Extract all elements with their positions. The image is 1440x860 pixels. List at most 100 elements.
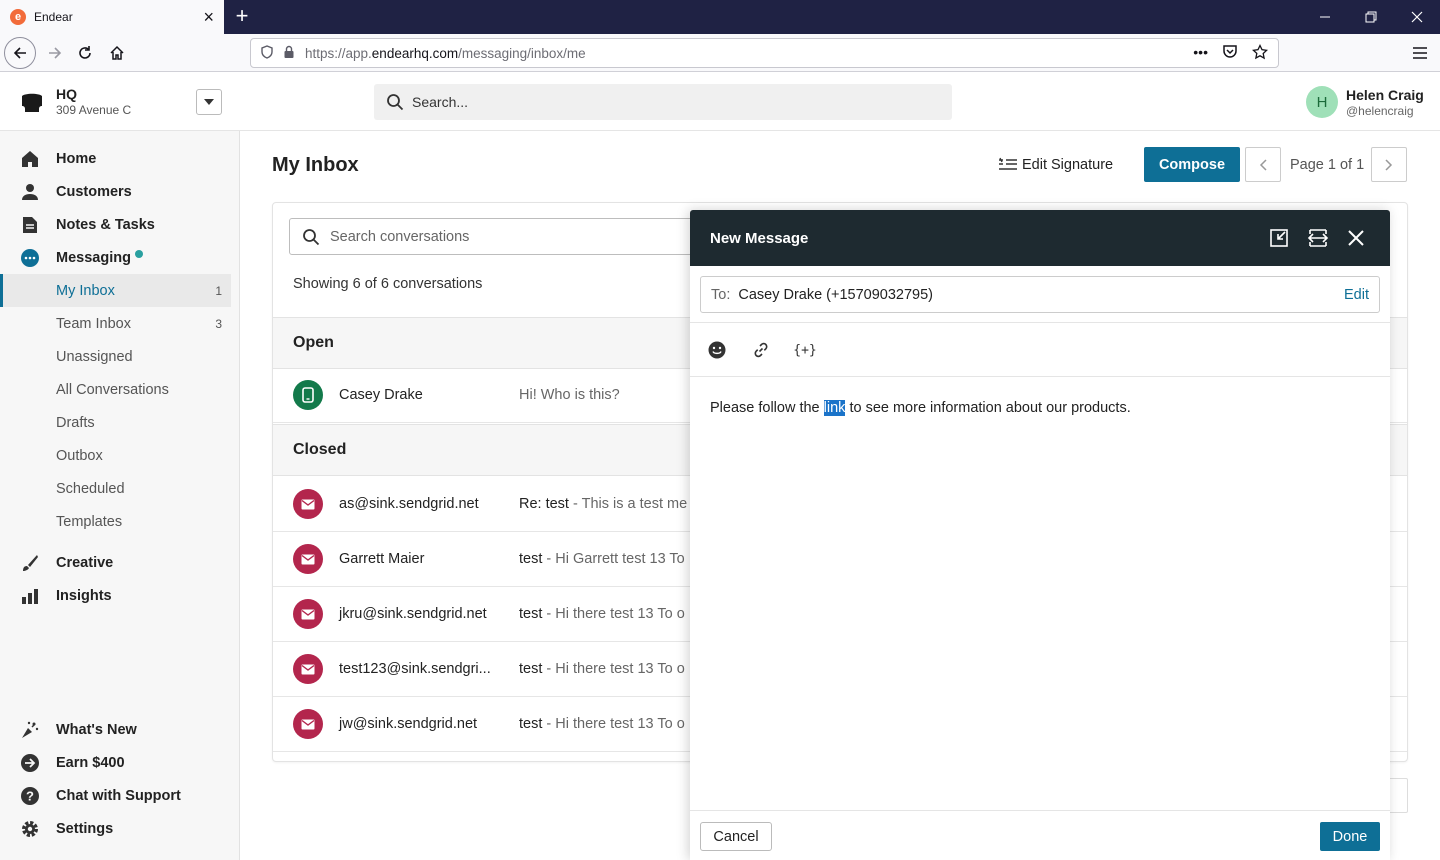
browser-navbar: https://app.endearhq.com/messaging/inbox… (0, 34, 1440, 72)
lock-icon[interactable] (283, 45, 295, 62)
sidebar-item-insights[interactable]: Insights (0, 579, 240, 612)
compose-button[interactable]: Compose (1144, 147, 1240, 182)
messaging-notification-dot (135, 250, 143, 258)
sidebar-item-earn[interactable]: Earn $400 (0, 746, 240, 779)
window-close-icon[interactable] (1394, 0, 1440, 34)
more-dots-icon[interactable]: ••• (1193, 44, 1208, 63)
sidebar-item-chat-support[interactable]: ? Chat with Support (0, 779, 240, 812)
global-search-placeholder: Search... (412, 94, 469, 110)
home-icon (20, 149, 40, 169)
page-indicator: Page 1 of 1 (1290, 157, 1365, 173)
email-icon (293, 709, 323, 739)
variable-insert-icon[interactable]: {+} (792, 340, 818, 360)
cancel-button[interactable]: Cancel (700, 822, 772, 851)
sidebar-item-label: Settings (56, 820, 114, 837)
edit-recipient-link[interactable]: Edit (1344, 287, 1369, 303)
sidebar-item-drafts[interactable]: Drafts (0, 406, 240, 439)
bar-chart-icon (20, 586, 40, 606)
email-icon (293, 544, 323, 574)
sidebar-item-customers[interactable]: Customers (0, 175, 240, 208)
user-name[interactable]: Helen Craig (1346, 87, 1424, 103)
sidebar-item-unassigned[interactable]: Unassigned (0, 340, 240, 373)
recipient-value: Casey Drake (+15709032795) (738, 286, 934, 303)
home-browser-icon[interactable] (102, 39, 132, 67)
conversation-preview: test - Hi there test 13 To o (519, 661, 685, 677)
tab-close-icon[interactable]: × (203, 8, 214, 26)
link-icon[interactable] (750, 340, 772, 360)
new-message-modal: New Message To: Casey Drake (+1570903279… (690, 210, 1390, 860)
prev-page-button[interactable] (1245, 147, 1281, 182)
new-tab-plus-icon[interactable]: + (230, 4, 254, 30)
sidebar-item-creative[interactable]: Creative (0, 546, 240, 579)
bookmark-star-icon[interactable] (1251, 43, 1269, 63)
conversation-name: as@sink.sendgrid.net (339, 496, 479, 512)
minimize-modal-icon[interactable] (1268, 227, 1290, 249)
browser-tab[interactable]: e Endear × (0, 0, 224, 34)
sidebar-item-whats-new[interactable]: What's New (0, 713, 240, 746)
reload-icon[interactable] (70, 39, 100, 67)
message-body-editor[interactable]: Please follow the link to see more infor… (710, 400, 1131, 416)
conversation-preview: Re: test - This is a test me (519, 496, 688, 512)
sidebar-item-label: What's New (56, 721, 137, 738)
sidebar-item-label: Drafts (56, 414, 95, 431)
sidebar-item-label: Creative (56, 554, 114, 571)
chevron-down-icon (204, 99, 214, 105)
sidebar-item-label: All Conversations (56, 381, 169, 398)
minimize-icon[interactable] (1302, 0, 1348, 34)
pocket-icon[interactable] (1222, 44, 1238, 63)
signature-icon (999, 157, 1017, 170)
sidebar-item-templates[interactable]: Templates (0, 505, 240, 538)
sparkle-icon (20, 720, 40, 740)
forward-arrow-icon[interactable] (40, 39, 70, 67)
sidebar-item-label: Chat with Support (56, 787, 181, 804)
url-bar[interactable]: https://app.endearhq.com/messaging/inbox… (250, 38, 1279, 68)
person-icon (20, 182, 40, 202)
sidebar-item-all-conversations[interactable]: All Conversations (0, 373, 240, 406)
chat-icon (20, 248, 40, 268)
user-avatar[interactable]: H (1306, 86, 1338, 118)
sidebar-item-label: Team Inbox (56, 315, 131, 332)
sidebar-item-notes-tasks[interactable]: Notes & Tasks (0, 208, 240, 241)
next-page-button[interactable] (1371, 147, 1407, 182)
recipient-field[interactable]: To: Casey Drake (+15709032795) Edit (700, 276, 1380, 313)
conversation-name: Garrett Maier (339, 551, 425, 567)
page-title: My Inbox (272, 154, 359, 176)
chevron-right-icon (1385, 158, 1393, 171)
sidebar-item-label: Messaging (56, 249, 131, 266)
sidebar-item-scheduled[interactable]: Scheduled (0, 472, 240, 505)
sidebar-item-outbox[interactable]: Outbox (0, 439, 240, 472)
email-icon (293, 654, 323, 684)
sidebar-item-my-inbox[interactable]: My Inbox 1 (0, 274, 231, 307)
note-icon (20, 215, 40, 235)
conversation-preview: test - Hi Garrett test 13 To (519, 551, 685, 567)
tab-title: Endear (34, 10, 73, 24)
sidebar-item-messaging[interactable]: Messaging (0, 241, 240, 274)
sidebar-item-label: Notes & Tasks (56, 216, 155, 233)
sidebar-item-home[interactable]: Home (0, 142, 240, 175)
sidebar-item-label: Earn $400 (56, 754, 125, 771)
conversation-name: Casey Drake (339, 387, 423, 403)
expand-modal-icon[interactable] (1307, 227, 1329, 249)
shield-icon[interactable] (261, 44, 273, 62)
search-icon (303, 228, 320, 245)
restore-icon[interactable] (1348, 0, 1394, 34)
sidebar-item-label: Scheduled (56, 480, 125, 497)
org-logo-icon (20, 92, 44, 114)
back-arrow-icon[interactable] (4, 37, 36, 69)
sidebar-item-settings[interactable]: Settings (0, 812, 240, 845)
hamburger-menu-icon[interactable] (1406, 39, 1434, 67)
emoji-icon[interactable] (706, 340, 728, 360)
browser-tabbar: e Endear × + (0, 0, 1440, 34)
global-search-input[interactable]: Search... (374, 84, 952, 120)
edit-signature-button[interactable]: Edit Signature (998, 154, 1113, 176)
close-icon[interactable] (1345, 227, 1367, 249)
conversation-preview: test - Hi there test 13 To o (519, 606, 685, 622)
arrow-circle-icon (20, 753, 40, 773)
org-dropdown-button[interactable] (196, 89, 222, 115)
done-button[interactable]: Done (1320, 822, 1380, 851)
sidebar-item-label: Templates (56, 513, 123, 530)
modal-footer: Cancel Done (690, 810, 1390, 860)
sidebar-item-team-inbox[interactable]: Team Inbox 3 (0, 307, 240, 340)
sidebar-item-label: Customers (56, 183, 132, 200)
edit-signature-label: Edit Signature (1022, 157, 1114, 173)
